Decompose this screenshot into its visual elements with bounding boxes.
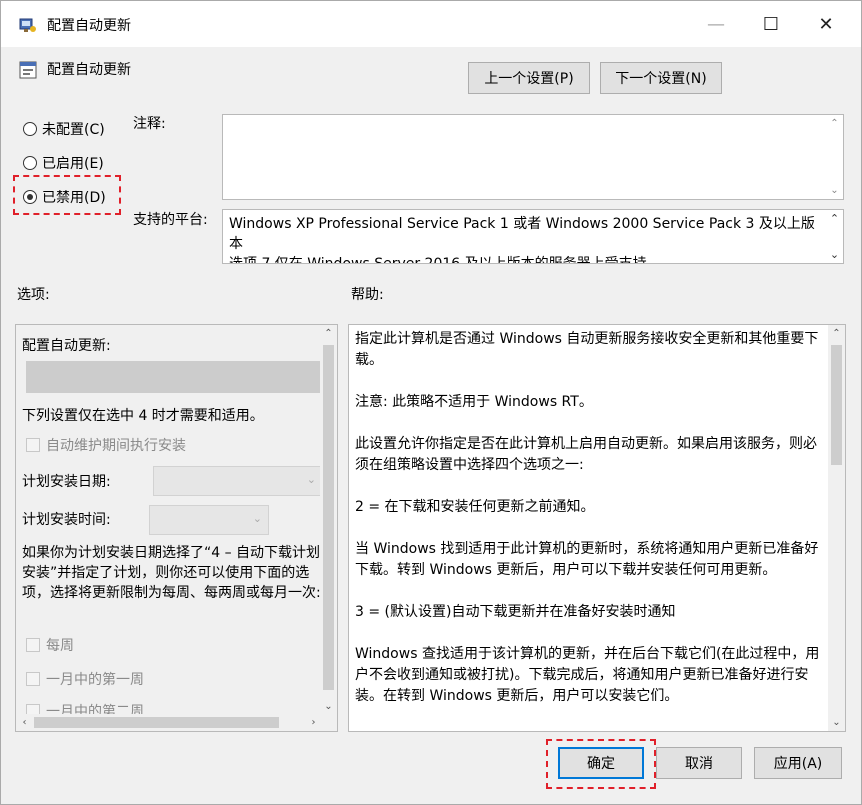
supported-platform-label: 支持的平台: [133, 212, 208, 228]
help-paragraph: 注意: 此策略不适用于 Windows RT。 [355, 394, 593, 410]
policy-dialog: 配置自动更新 — ☐ ✕ 配置自动更新 上一个设置(P) 下一个设置(N) 未配… [0, 0, 862, 805]
maintenance-install-checkbox[interactable]: 自动维护期间执行安装 [26, 435, 186, 455]
chevron-down-icon: ⌄ [306, 473, 316, 486]
supported-platform-more: 选项 7 仅在 Windows Server 2016 及以上版本的服务器上受支… [229, 256, 647, 264]
help-paragraph: 当 Windows 找到适用于此计算机的更新时，系统将通知用户更新已准备好下载。… [355, 541, 819, 578]
help-paragraph: Windows 查找适用于该计算机的更新，并在后台下载它们(在此过程中，用户不会… [355, 646, 820, 704]
checkbox-box[interactable] [26, 672, 40, 686]
policy-setting-icon [19, 61, 37, 79]
apply-button[interactable]: 应用(A) [754, 747, 842, 779]
supported-platform-value: Windows XP Professional Service Pack 1 或… [229, 216, 815, 252]
scroll-down-icon[interactable]: ⌄ [828, 714, 845, 731]
scroll-thumb[interactable] [831, 345, 842, 465]
previous-setting-button[interactable]: 上一个设置(P) [468, 62, 590, 94]
radio-circle[interactable] [23, 156, 37, 170]
help-scrollbar[interactable]: ⌃ ⌄ [828, 325, 845, 731]
help-panel: 指定此计算机是否通过 Windows 自动更新服务接收安全更新和其他重要下载。 … [348, 324, 846, 732]
scroll-thumb[interactable] [323, 345, 334, 690]
checkbox-label: 每周 [46, 638, 74, 654]
chevron-down-icon: ⌄ [252, 512, 262, 525]
group-policy-icon [19, 18, 36, 32]
next-setting-button[interactable]: 下一个设置(N) [600, 62, 722, 94]
minimize-button[interactable]: — [691, 1, 741, 47]
close-icon: ✕ [818, 13, 834, 35]
policy-name: 配置自动更新 [47, 62, 131, 78]
checkbox-label: 一月中的第一周 [46, 672, 144, 688]
title-bar: 配置自动更新 — ☐ ✕ [1, 1, 861, 47]
install-time-dropdown[interactable]: ⌄ [149, 505, 269, 535]
scroll-up-icon[interactable]: ⌃ [828, 325, 845, 342]
scroll-left-icon[interactable]: ‹ [16, 714, 33, 731]
install-day-dropdown[interactable]: ⌄ [153, 466, 323, 496]
disabled-highlight-annotation [13, 175, 121, 215]
comment-textarea[interactable]: ⌃ ⌄ [222, 114, 844, 200]
comment-label: 注释: [133, 116, 166, 132]
options-panel: 配置自动更新: 下列设置仅在选中 4 时才需要和适用。 自动维护期间执行安装 计… [15, 324, 338, 732]
schedule-paragraph: 如果你为计划安装日期选择了“4 – 自动下载计划安装”并指定了计划，则你还可以使… [22, 545, 321, 601]
radio-label: 未配置(C) [42, 122, 105, 138]
update-mode-dropdown[interactable] [26, 361, 324, 393]
checkbox-label: 自动维护期间执行安装 [46, 438, 186, 454]
scroll-thumb[interactable] [34, 717, 279, 728]
install-day-label: 计划安装日期: [22, 474, 111, 490]
supported-platform-text: Windows XP Professional Service Pack 1 或… [229, 214, 819, 264]
radio-enabled[interactable]: 已启用(E) [23, 153, 104, 173]
help-paragraph: 此设置允许你指定是否在此计算机上启用自动更新。如果启用该服务，则必须在组策略设置… [355, 436, 817, 473]
comment-scrollbar[interactable]: ⌃ ⌄ [826, 115, 843, 199]
install-time-label: 计划安装时间: [22, 512, 111, 528]
platform-scrollbar[interactable]: ⌃ ⌄ [826, 210, 843, 263]
checkbox-box[interactable] [26, 438, 40, 452]
options-vertical-scrollbar[interactable]: ⌃ ⌄ [320, 325, 337, 715]
help-label: 帮助: [351, 287, 384, 303]
scroll-down-icon[interactable]: ⌄ [826, 182, 843, 199]
minimize-icon: — [707, 13, 725, 35]
options-note: 下列设置仅在选中 4 时才需要和适用。 [22, 408, 264, 424]
help-paragraph: 指定此计算机是否通过 Windows 自动更新服务接收安全更新和其他重要下载。 [355, 331, 819, 368]
options-label: 选项: [17, 287, 50, 303]
scroll-down-icon[interactable]: ⌄ [320, 698, 337, 715]
checkbox-box[interactable] [26, 638, 40, 652]
radio-not-configured[interactable]: 未配置(C) [23, 119, 105, 139]
options-heading: 配置自动更新: [22, 338, 111, 354]
help-paragraph: 2 = 在下载和安装任何更新之前通知。 [355, 499, 595, 515]
cancel-button[interactable]: 取消 [656, 747, 742, 779]
ok-highlight-annotation [546, 739, 656, 789]
help-paragraph: 3 = (默认设置)自动下载更新并在准备好安装时通知 [355, 604, 676, 620]
supported-platform-box: Windows XP Professional Service Pack 1 或… [222, 209, 844, 264]
maximize-button[interactable]: ☐ [746, 1, 796, 47]
scroll-up-icon[interactable]: ⌃ [320, 325, 337, 342]
scroll-down-icon[interactable]: ⌄ [826, 246, 843, 263]
help-text: 指定此计算机是否通过 Windows 自动更新服务接收安全更新和其他重要下载。 … [355, 329, 823, 728]
radio-label: 已启用(E) [42, 156, 104, 172]
weekly-checkbox[interactable]: 每周 [26, 635, 74, 655]
window-title: 配置自动更新 [47, 18, 131, 34]
scroll-up-icon[interactable]: ⌃ [826, 115, 843, 132]
options-horizontal-scrollbar[interactable]: ‹ › [16, 714, 322, 731]
first-week-checkbox[interactable]: 一月中的第一周 [26, 669, 144, 689]
maximize-icon: ☐ [762, 13, 780, 35]
scroll-right-icon[interactable]: › [305, 714, 322, 731]
scroll-up-icon[interactable]: ⌃ [826, 210, 843, 227]
close-button[interactable]: ✕ [801, 1, 851, 47]
radio-circle[interactable] [23, 122, 37, 136]
